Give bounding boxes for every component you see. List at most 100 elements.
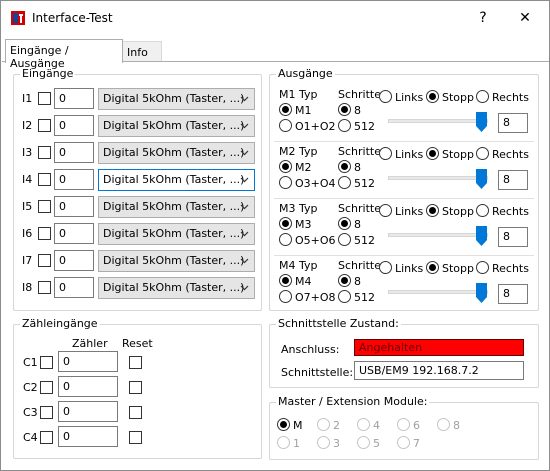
input-mode-dropdown[interactable]: Digital 5kOhm (Taster, ...) <box>98 277 255 299</box>
counter-checkbox[interactable] <box>40 381 53 394</box>
input-checkbox[interactable] <box>38 119 51 132</box>
input-value-field[interactable]: 0 <box>54 142 94 163</box>
master-option-label: 3 <box>333 437 340 450</box>
speed-slider-thumb[interactable] <box>476 112 487 132</box>
direction-radio-stop[interactable] <box>426 261 439 274</box>
input-mode-dropdown[interactable]: Digital 5kOhm (Taster, ...) <box>98 142 255 164</box>
input-mode-dropdown[interactable]: Digital 5kOhm (Taster, ...) <box>98 196 255 218</box>
counter-value-field[interactable]: 0 <box>58 401 118 422</box>
master-radio-option[interactable] <box>277 436 290 449</box>
steps-radio-512[interactable] <box>338 233 351 246</box>
direction-radio-left[interactable] <box>379 204 392 217</box>
speed-value-field[interactable]: 8 <box>498 113 528 133</box>
motor-type-radio-motor[interactable] <box>279 217 292 230</box>
speed-slider-thumb[interactable] <box>476 283 487 303</box>
steps-radio-8[interactable] <box>338 217 351 230</box>
input-mode-dropdown[interactable]: Digital 5kOhm (Taster, ...) <box>98 169 255 191</box>
master-radio-option[interactable] <box>317 418 330 431</box>
steps-radio-8[interactable] <box>338 274 351 287</box>
motor-type-radio-motor[interactable] <box>279 160 292 173</box>
motor-separator <box>274 198 534 199</box>
counter-checkbox[interactable] <box>40 406 53 419</box>
direction-radio-stop[interactable] <box>426 90 439 103</box>
help-button[interactable]: ? <box>463 5 503 31</box>
master-radio-option[interactable] <box>437 418 450 431</box>
direction-radio-stop[interactable] <box>426 147 439 160</box>
counter-value-field[interactable]: 0 <box>58 426 118 447</box>
direction-stop-label: Stopp <box>442 205 474 218</box>
motor-type-radio-outputs[interactable] <box>279 290 292 303</box>
counter-value-field[interactable]: 0 <box>58 351 118 372</box>
input-mode-dropdown[interactable]: Digital 5kOhm (Taster, ...) <box>98 115 255 137</box>
input-checkbox[interactable] <box>38 281 51 294</box>
motor-type-outputs-label: O1+O2 <box>295 120 336 133</box>
direction-radio-right[interactable] <box>476 90 489 103</box>
counter-checkbox[interactable] <box>40 431 53 444</box>
speed-slider-thumb[interactable] <box>476 226 487 246</box>
motor-type-radio-motor[interactable] <box>279 274 292 287</box>
window-title: Interface-Test <box>32 11 113 25</box>
speed-value-field[interactable]: 8 <box>498 170 528 190</box>
input-value-field[interactable]: 0 <box>54 196 94 217</box>
master-radio-option[interactable] <box>357 436 370 449</box>
chevron-down-icon <box>240 123 249 129</box>
input-mode-dropdown[interactable]: Digital 5kOhm (Taster, ...) <box>98 223 255 245</box>
motor-type-radio-outputs[interactable] <box>279 176 292 189</box>
counter-reset-checkbox[interactable] <box>129 406 142 419</box>
motor-type-radio-outputs[interactable] <box>279 233 292 246</box>
input-mode-dropdown[interactable]: Digital 5kOhm (Taster, ...) <box>98 88 255 110</box>
direction-right-label: Rechts <box>492 148 529 161</box>
speed-slider-track[interactable] <box>388 233 488 237</box>
input-checkbox[interactable] <box>38 227 51 240</box>
speed-slider-track[interactable] <box>388 290 488 294</box>
master-radio-option[interactable] <box>397 436 410 449</box>
speed-value-field[interactable]: 8 <box>498 284 528 304</box>
master-radio-option[interactable] <box>277 418 290 431</box>
input-checkbox[interactable] <box>38 200 51 213</box>
steps-512-label: 512 <box>354 120 375 133</box>
input-checkbox[interactable] <box>38 146 51 159</box>
counter-reset-checkbox[interactable] <box>129 431 142 444</box>
input-checkbox[interactable] <box>38 92 51 105</box>
input-mode-dropdown[interactable]: Digital 5kOhm (Taster, ...) <box>98 250 255 272</box>
direction-radio-left[interactable] <box>379 261 392 274</box>
direction-radio-right[interactable] <box>476 261 489 274</box>
steps-radio-512[interactable] <box>338 290 351 303</box>
master-radio-option[interactable] <box>357 418 370 431</box>
counter-checkbox[interactable] <box>40 356 53 369</box>
master-radio-option[interactable] <box>317 436 330 449</box>
speed-slider-thumb[interactable] <box>476 169 487 189</box>
direction-radio-stop[interactable] <box>426 204 439 217</box>
input-value-field[interactable]: 0 <box>54 277 94 298</box>
tab-inputs-outputs[interactable]: Eingänge / Ausgänge <box>5 39 123 70</box>
close-button[interactable]: ✕ <box>505 5 545 31</box>
steps-radio-8[interactable] <box>338 160 351 173</box>
speed-value-field[interactable]: 8 <box>498 227 528 247</box>
steps-radio-512[interactable] <box>338 119 351 132</box>
motor-type-radio-outputs[interactable] <box>279 119 292 132</box>
master-radio-option[interactable] <box>397 418 410 431</box>
input-value-field[interactable]: 0 <box>54 169 94 190</box>
direction-radio-left[interactable] <box>379 147 392 160</box>
steps-radio-512[interactable] <box>338 176 351 189</box>
input-value-field[interactable]: 0 <box>54 115 94 136</box>
counter-reset-checkbox[interactable] <box>129 356 142 369</box>
speed-slider-track[interactable] <box>388 176 488 180</box>
steps-8-label: 8 <box>354 161 361 174</box>
direction-radio-right[interactable] <box>476 204 489 217</box>
input-value-field[interactable]: 0 <box>54 223 94 244</box>
steps-8-label: 8 <box>354 275 361 288</box>
counter-reset-checkbox[interactable] <box>129 381 142 394</box>
input-value-field[interactable]: 0 <box>54 250 94 271</box>
steps-radio-8[interactable] <box>338 103 351 116</box>
input-checkbox[interactable] <box>38 254 51 267</box>
direction-radio-left[interactable] <box>379 90 392 103</box>
direction-radio-right[interactable] <box>476 147 489 160</box>
counter-value-field[interactable]: 0 <box>58 376 118 397</box>
interface-value-field[interactable]: USB/EM9 192.168.7.2 <box>354 361 524 380</box>
tab-info[interactable]: Info <box>122 41 162 63</box>
speed-slider-track[interactable] <box>388 119 488 123</box>
input-value-field[interactable]: 0 <box>54 88 94 109</box>
motor-type-radio-motor[interactable] <box>279 103 292 116</box>
input-checkbox[interactable] <box>38 173 51 186</box>
